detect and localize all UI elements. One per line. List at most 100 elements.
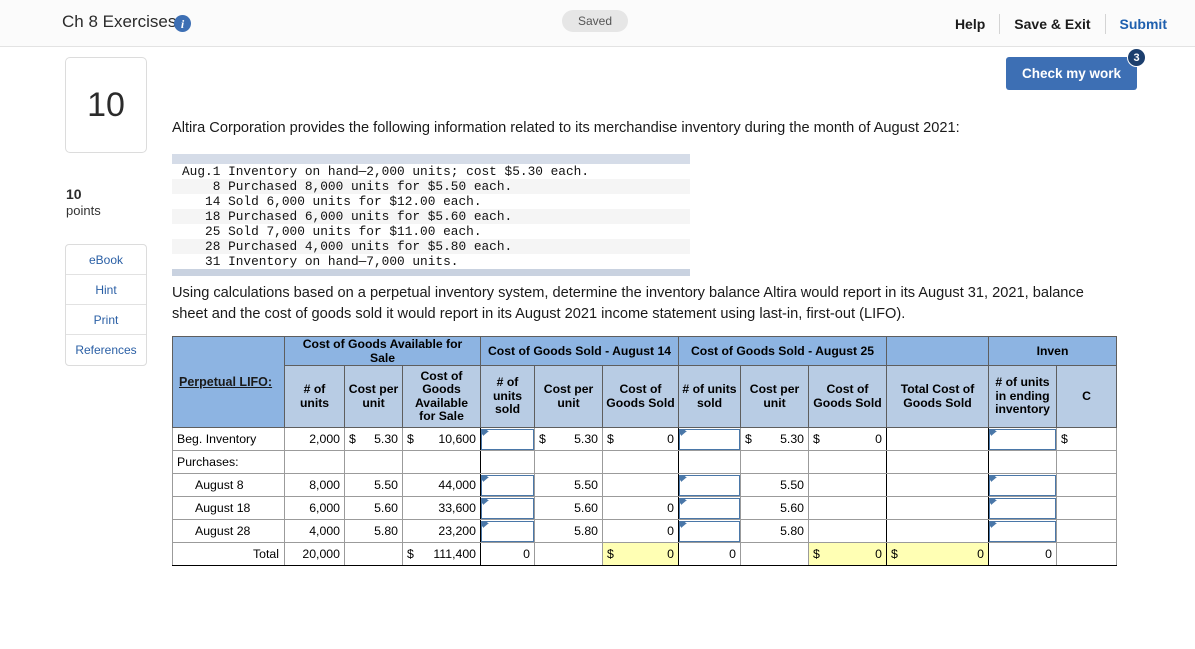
check-my-work-button[interactable]: Check my work	[1006, 57, 1138, 90]
submit-button[interactable]: Submit	[1106, 16, 1175, 32]
cell-a25-units-input[interactable]	[678, 519, 741, 543]
cell-ending-units	[988, 450, 1057, 474]
cell-a14-cost-unit: 5.60	[534, 496, 603, 520]
input-a25-units[interactable]	[679, 474, 740, 496]
currency-symbol: $	[407, 547, 414, 561]
cell-a14-units-input[interactable]	[480, 519, 535, 543]
cell-a25-units-input[interactable]	[678, 496, 741, 520]
table-row: August 28 4,000 5.80 23,200 5.80 0 5.80	[172, 519, 1117, 543]
row-label-total: Total	[172, 542, 285, 566]
cell-flag-icon	[681, 522, 687, 528]
cell-avail-cost-unit: $ 5.30	[344, 427, 403, 451]
cell-ending-units-input[interactable]	[988, 496, 1057, 520]
input-ending-units[interactable]	[989, 520, 1056, 542]
cell-a14-units-input[interactable]	[480, 496, 535, 520]
cell-total-a25-cogs: $ 0	[808, 542, 887, 566]
cell-flag-icon	[681, 499, 687, 505]
input-ending-units[interactable]	[989, 497, 1056, 519]
print-button[interactable]: Print	[66, 305, 146, 335]
transaction-line: 18 Purchased 6,000 units for $5.60 each.	[172, 209, 690, 224]
check-my-work-container: Check my work 3	[1006, 48, 1147, 90]
group-header-inventory-balance: Inven	[988, 336, 1117, 366]
points-label: points	[66, 203, 101, 218]
cell-total-ending-units: 0	[988, 542, 1057, 566]
input-ending-units[interactable]	[989, 474, 1056, 496]
ebook-button[interactable]: eBook	[66, 245, 146, 275]
col-header-a25-units-sold: # of units sold	[678, 365, 741, 428]
transaction-line: 14 Sold 6,000 units for $12.00 each.	[182, 194, 482, 209]
transaction-line: 28 Purchased 4,000 units for $5.80 each.	[172, 239, 690, 254]
input-a14-units[interactable]	[481, 474, 534, 496]
col-header-avail-total: Cost of Goods Available for Sale	[402, 365, 481, 428]
cell-a25-cost-unit: 5.60	[740, 496, 809, 520]
input-a14-units[interactable]	[481, 520, 534, 542]
transaction-list-top-bar	[172, 154, 690, 164]
cell-flag-icon	[991, 499, 997, 505]
cell-a25-units-input[interactable]	[678, 427, 741, 451]
input-ending-units[interactable]	[989, 428, 1056, 450]
cell-a14-cost-unit: 5.50	[534, 473, 603, 497]
cell-a25-cost-unit: 5.80	[740, 519, 809, 543]
currency-symbol: $	[407, 432, 414, 446]
cell-flag-icon	[991, 430, 997, 436]
cell-a14-cogs: $ 0	[602, 427, 679, 451]
row-label-beg-inventory: Beg. Inventory	[172, 427, 285, 451]
value: 0	[875, 547, 882, 561]
value: 5.30	[574, 432, 598, 446]
currency-symbol: $	[813, 432, 820, 446]
perpetual-lifo-table: Perpetual LIFO: Cost of Goods Available …	[172, 336, 1117, 566]
page-title: Ch 8 Exercises	[62, 12, 177, 31]
transaction-line: 25 Sold 7,000 units for $11.00 each.	[182, 224, 482, 239]
cell-avail-total: 33,600	[402, 496, 481, 520]
cell-ending-cost	[1056, 519, 1117, 543]
cell-flag-icon	[681, 476, 687, 482]
table-row: August 8 8,000 5.50 44,000 5.50 5.50	[172, 473, 1117, 497]
table-row: Purchases:	[172, 450, 1117, 474]
table-total-row: Total 20,000 $ 111,400 0 $ 0 0 $ 0 $ 0 0	[172, 542, 1117, 566]
cell-avail-cost-unit: 5.60	[344, 496, 403, 520]
input-a25-units[interactable]	[679, 497, 740, 519]
references-button[interactable]: References	[66, 335, 146, 365]
transaction-list-bottom-bar	[172, 269, 690, 276]
cell-a25-units-input[interactable]	[678, 473, 741, 497]
question-intro: Altira Corporation provides the followin…	[172, 120, 960, 136]
info-icon[interactable]: i	[174, 15, 191, 32]
cell-flag-icon	[483, 499, 489, 505]
value: 0	[977, 547, 984, 561]
perpetual-lifo-label: Perpetual LIFO:	[179, 375, 273, 389]
help-button[interactable]: Help	[941, 16, 999, 32]
input-a14-units[interactable]	[481, 428, 534, 450]
value: 0	[875, 432, 882, 446]
hint-button[interactable]: Hint	[66, 275, 146, 305]
check-my-work-badge: 3	[1127, 48, 1147, 67]
cell-avail-total: 44,000	[402, 473, 481, 497]
input-a25-units[interactable]	[679, 520, 740, 542]
cell-a14-cogs: 0	[602, 519, 679, 543]
cell-a25-cogs	[808, 519, 887, 543]
cell-total-ending-cost	[1056, 542, 1117, 566]
transaction-line: 8 Purchased 8,000 units for $5.50 each.	[172, 179, 690, 194]
cell-total-cogs	[886, 473, 989, 497]
col-header-total-cogs: Total Cost of Goods Sold	[886, 365, 989, 428]
cell-avail-total: $ 10,600	[402, 427, 481, 451]
cell-ending-units-input[interactable]	[988, 519, 1057, 543]
cell-ending-cost	[1056, 473, 1117, 497]
cell-a25-cogs: $ 0	[808, 427, 887, 451]
cell-flag-icon	[483, 522, 489, 528]
cell-a14-units-input[interactable]	[480, 427, 535, 451]
value: 0	[667, 547, 674, 561]
input-a25-units[interactable]	[679, 428, 740, 450]
value: 5.30	[780, 432, 804, 446]
cell-avail-units: 2,000	[284, 427, 345, 451]
question-number-box: 10	[65, 57, 147, 153]
tool-box: eBook Hint Print References	[65, 244, 147, 366]
status-badge: Saved	[562, 10, 629, 32]
input-a14-units[interactable]	[481, 497, 534, 519]
col-header-ending-units: # of units in ending inventory	[988, 365, 1057, 428]
cell-ending-units-input[interactable]	[988, 473, 1057, 497]
cell-ending-units-input[interactable]	[988, 427, 1057, 451]
cell-total-cogs	[886, 519, 989, 543]
cell-total-a14-cost	[534, 542, 603, 566]
cell-a14-units-input[interactable]	[480, 473, 535, 497]
save-and-exit-button[interactable]: Save & Exit	[1000, 16, 1104, 32]
